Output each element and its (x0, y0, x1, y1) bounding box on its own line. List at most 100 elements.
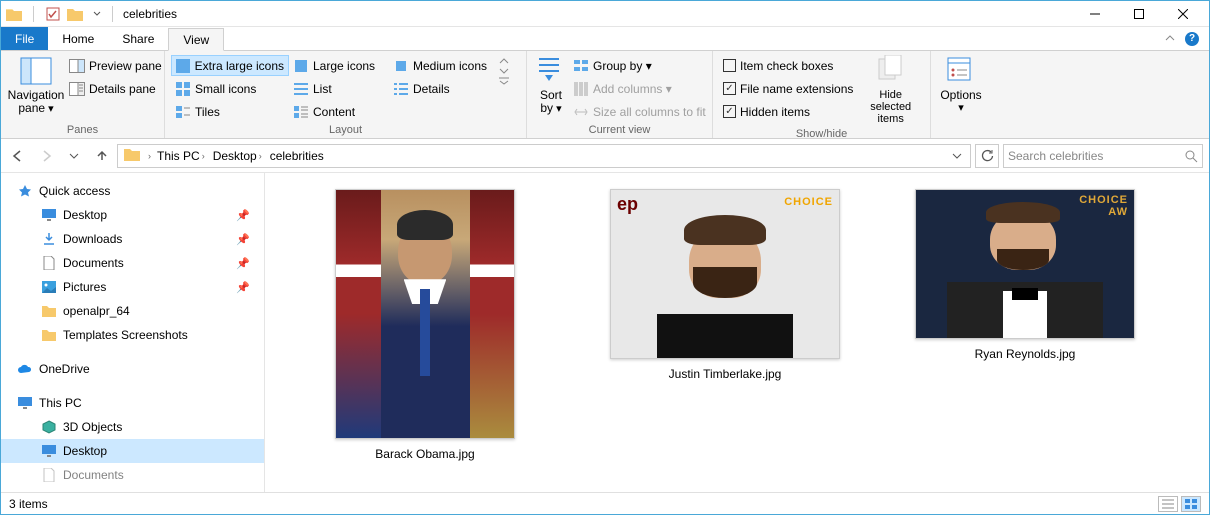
options-button[interactable]: Options▾ (937, 53, 985, 116)
folder-icon (41, 303, 57, 319)
minimize-button[interactable] (1073, 1, 1117, 27)
layout-scroll-down-icon[interactable] (499, 67, 515, 75)
status-bar: 3 items (1, 492, 1209, 514)
group-by-button[interactable]: Group by ▾ (569, 55, 710, 76)
search-icon (1184, 149, 1198, 163)
content-button[interactable]: Content (289, 101, 389, 122)
new-folder-icon[interactable] (66, 5, 84, 23)
cloud-icon (17, 361, 33, 377)
pin-icon: 📌 (236, 233, 250, 246)
desktop-icon (41, 207, 57, 223)
folder-icon (41, 327, 57, 343)
sidebar-documents[interactable]: Documents📌 (1, 251, 264, 275)
sort-by-label: Sort by (540, 88, 562, 115)
sidebar-pictures[interactable]: Pictures📌 (1, 275, 264, 299)
size-columns-button[interactable]: Size all columns to fit (569, 101, 710, 122)
forward-button[interactable] (35, 145, 57, 167)
sidebar-openalpr[interactable]: openalpr_64 (1, 299, 264, 323)
layout-group-label: Layout (171, 123, 520, 138)
sidebar-thispc[interactable]: This PC (1, 391, 264, 415)
small-icons-button[interactable]: Small icons (171, 78, 289, 99)
thumbnail-image: ANG (610, 189, 840, 359)
sidebar-quick-access[interactable]: Quick access (1, 179, 264, 203)
search-box[interactable]: Search celebrities (1003, 144, 1203, 168)
add-columns-button[interactable]: Add columns ▾ (569, 78, 710, 99)
file-name: Ryan Reynolds.jpg (975, 347, 1076, 361)
sidebar-onedrive[interactable]: OneDrive (1, 357, 264, 381)
large-icons-view-icon[interactable] (1181, 496, 1201, 512)
pin-icon: 📌 (236, 281, 250, 294)
file-item[interactable]: Ryan Reynolds.jpg (885, 183, 1165, 467)
sidebar-downloads[interactable]: Downloads📌 (1, 227, 264, 251)
details-view-icon[interactable] (1158, 496, 1178, 512)
quick-access-toolbar (5, 5, 106, 23)
breadcrumb-celebrities[interactable]: celebrities (266, 145, 328, 167)
sidebar-desktop[interactable]: Desktop📌 (1, 203, 264, 227)
preview-pane-button[interactable]: Preview pane (65, 55, 166, 76)
cube-icon (41, 419, 57, 435)
maximize-button[interactable] (1117, 1, 1161, 27)
file-name: Justin Timberlake.jpg (669, 367, 782, 381)
layout-more-icon[interactable] (499, 77, 515, 85)
main-area: Quick access Desktop📌 Downloads📌 Documen… (1, 173, 1209, 492)
file-name: Barack Obama.jpg (375, 447, 474, 461)
monitor-icon (17, 395, 33, 411)
document-icon (41, 467, 57, 483)
item-check-boxes-toggle[interactable]: Item check boxes (719, 55, 857, 76)
tiles-button[interactable]: Tiles (171, 101, 289, 122)
tab-share[interactable]: Share (108, 27, 168, 50)
current-view-group-label: Current view (533, 123, 706, 138)
folder-icon (5, 5, 23, 23)
breadcrumb-desktop[interactable]: Desktop› (209, 145, 266, 167)
collapse-ribbon-icon[interactable] (1159, 27, 1181, 50)
list-button[interactable]: List (289, 78, 389, 99)
sidebar-templates[interactable]: Templates Screenshots (1, 323, 264, 347)
ribbon-tabs: File Home Share View ? (1, 27, 1209, 51)
hide-selected-items-button[interactable]: Hide selected items (857, 53, 924, 127)
recent-locations-button[interactable] (63, 145, 85, 167)
sort-by-button[interactable]: Sort by ▾ (533, 53, 569, 117)
qat-dropdown-icon[interactable] (88, 5, 106, 23)
sidebar-documents-pc[interactable]: Documents (1, 463, 264, 487)
download-icon (41, 231, 57, 247)
up-button[interactable] (91, 145, 113, 167)
sidebar-3d-objects[interactable]: 3D Objects (1, 415, 264, 439)
help-button[interactable]: ? (1181, 27, 1203, 50)
ribbon: Navigation pane ▾ Preview pane Details p… (1, 51, 1209, 139)
hidden-items-toggle[interactable]: Hidden items (719, 101, 857, 122)
breadcrumb-thispc[interactable]: This PC› (153, 145, 209, 167)
thumbnail-image (335, 189, 515, 439)
large-icons-button[interactable]: Large icons (289, 55, 389, 76)
properties-icon[interactable] (44, 5, 62, 23)
title-bar: celebrities (1, 1, 1209, 27)
file-item[interactable]: Barack Obama.jpg (285, 183, 565, 467)
tab-view[interactable]: View (168, 28, 224, 51)
refresh-button[interactable] (975, 144, 999, 168)
navigation-pane-label: Navigation pane (8, 88, 65, 115)
back-button[interactable] (7, 145, 29, 167)
window-title: celebrities (123, 7, 177, 21)
file-item[interactable]: ANG Justin Timberlake.jpg (585, 183, 865, 467)
layout-scroll-up-icon[interactable] (499, 57, 515, 65)
hide-selected-label: Hide selected items (859, 89, 922, 125)
address-bar[interactable]: › This PC› Desktop› celebrities (117, 144, 971, 168)
options-label: Options (940, 88, 981, 102)
tab-home[interactable]: Home (48, 27, 108, 50)
desktop-icon (41, 443, 57, 459)
details-view-button[interactable]: Details (389, 78, 499, 99)
details-pane-button[interactable]: Details pane (65, 78, 166, 99)
close-button[interactable] (1161, 1, 1205, 27)
medium-icons-button[interactable]: Medium icons (389, 55, 499, 76)
sidebar-desktop-pc[interactable]: Desktop (1, 439, 264, 463)
navigation-pane-button[interactable]: Navigation pane ▾ (7, 53, 65, 117)
content-pane[interactable]: Barack Obama.jpg ANG Justin Timberlake.j… (265, 173, 1209, 492)
thumbnail-image (915, 189, 1135, 339)
tab-file[interactable]: File (1, 27, 48, 50)
pin-icon: 📌 (236, 257, 250, 270)
file-name-extensions-toggle[interactable]: File name extensions (719, 78, 857, 99)
document-icon (41, 255, 57, 271)
extra-large-icons-button[interactable]: Extra large icons (171, 55, 289, 76)
folder-icon (124, 147, 142, 165)
address-dropdown-icon[interactable] (946, 145, 968, 167)
navigation-pane[interactable]: Quick access Desktop📌 Downloads📌 Documen… (1, 173, 265, 492)
